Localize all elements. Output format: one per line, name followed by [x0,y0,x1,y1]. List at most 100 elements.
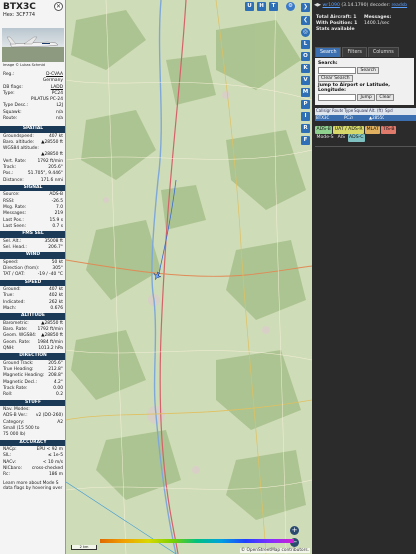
info-label: Type: [3,90,15,96]
source-chip: ADS-C [347,134,365,142]
map-toggle-k[interactable]: K [301,64,310,73]
collapse-right-panel-icon[interactable]: ❯ [301,3,310,12]
section-header-signal: SIGNAL [0,184,65,192]
version-link[interactable]: wr1090 [323,3,340,8]
clear-button[interactable]: Clear [376,94,395,101]
wind-label: TAT / OAT: [3,272,25,278]
map-button-t[interactable]: T [269,2,278,11]
close-icon[interactable]: ✕ [54,2,63,11]
map-toggle-f[interactable]: F [301,136,310,145]
spatial-value: ▲28550 ft [41,139,63,145]
spatial-row: Distance: 171.6 nmi [0,177,65,184]
source-chip: MLAT [365,126,381,134]
jump-input[interactable] [318,94,356,101]
table-cell [384,115,394,122]
search-button[interactable]: Search [357,67,379,74]
wind-row: TAT / OAT: -19 / -40 °C [0,272,65,278]
stuff-value: A2 [57,419,63,425]
info-label: Reg.: [3,72,15,77]
info-label: Route: [3,116,18,122]
source-chip: TIS-B [381,126,397,134]
map-toggle-l[interactable]: L [301,40,310,49]
spatial-value: 171.6 nmi [40,177,63,183]
tab-search[interactable]: Search [315,47,342,57]
map-toggle-r[interactable]: R [301,124,310,133]
version-text: (3.14.1790) decoder: [341,3,390,8]
tab-filters[interactable]: Filters [342,47,367,57]
wind-value: -19 / -40 °C [37,272,63,278]
direction-row: Roll: 0.2 [0,392,65,398]
map-attribution[interactable]: © OpenStreetMap contributors. [239,548,310,553]
fms-label: Sel. Head.: [3,244,27,250]
table-cell [331,115,343,122]
signal-row: Last Seen: 0.7 s [0,223,65,230]
search-input[interactable] [318,67,356,74]
section-header-direction: DIRECTION [0,353,65,360]
table-row[interactable]: BTX3C PC24 ▲28550 [315,114,416,122]
right-panel: ◀▶ wr1090 (3.14.1790) decoder: readsb To… [312,0,416,554]
center-map-icon[interactable]: ◎ [301,28,310,37]
aircraft-hex: Hex: 3CF774 [3,12,36,18]
signal-label: Last Seen: [3,223,26,229]
map-button-u[interactable]: U [245,2,254,11]
map-view[interactable]: U H T ⚙ ❯ ❮ ◎ LOKVMPIRF + − 2 km © OpenS… [66,0,312,554]
speed-value: 0.676 [50,306,63,312]
altitude-row: QNH: 1013.2 hPa [0,346,65,352]
tab-columns[interactable]: Columns [367,47,399,57]
altitude-color-legend [100,539,294,543]
direction-label: Roll: [3,392,13,398]
map-tiles[interactable] [66,0,312,554]
signal-value: 0.7 s [52,223,63,229]
source-legend: ADS-B UAT / ADS-R MLAT TIS-B Mode-S AIS ADS-C [315,126,416,142]
info-sections: SPATIAL Groundspeed: 407 kt Baro. altitude:… [0,125,65,492]
spatial-label: WGS84 altitude: [3,146,39,152]
collapse-left-panel-icon[interactable]: ❮ [301,16,310,25]
accuracy-value: 186 m [48,472,63,478]
accuracy-label: Rc: [3,472,10,478]
jump-label: Jump to Airport or Latitude, Longitude: [318,83,390,93]
decoder-link[interactable]: readsb [391,3,407,8]
section-header-fms: FMS SEL [0,231,65,238]
jump-button[interactable]: Jump [357,94,375,101]
footer-note: Learn more about Mode S data flags by ho… [3,480,63,492]
info-row: Route: n/a [0,116,65,122]
source-chip: Mode-S [315,134,336,142]
aircraft-photo[interactable] [2,28,64,62]
map-button-h[interactable]: H [257,2,266,11]
section-header-accuracy: ACCURACY [0,439,65,447]
map-toggle-m[interactable]: M [301,88,310,97]
altitude-label: QNH: [3,346,15,352]
search-label: Search: [318,61,338,66]
fms-row: Sel. Head.: 206.7° [0,244,65,251]
section-header-altitude: ALTITUDE [0,313,65,320]
accuracy-row: Rc: 186 m [0,472,65,478]
info-value: n/a [56,116,63,122]
info-rows: Reg.: D-CVAA Germany DB flags: LADD Type: PC24… [0,72,65,122]
map-toggle-v[interactable]: V [301,76,310,85]
settings-gear-icon[interactable]: ⚙ [286,2,295,11]
fms-value: 206.7° [48,244,63,250]
map-toggle-i[interactable]: I [301,112,310,121]
section-header-speed: SPEED [0,279,65,287]
divider [315,146,416,147]
map-toggle-p[interactable]: P [301,100,310,109]
version-line: ◀▶ wr1090 (3.14.1790) decoder: readsb [314,3,407,8]
source-chip: UAT / ADS-R [333,126,365,134]
section-header-spatial: SPATIAL [0,126,65,133]
stats-block: Total Aircraft: 1 With Position: 1 Stats… [316,15,391,33]
altitude-value: 1013.2 hPa [38,346,63,352]
stuff-row: 75 000 lb) [0,432,65,438]
layout-toggle-icon[interactable]: ◀▶ [314,3,321,8]
search-panel: Search: Search Clear Search Jump to Airp… [315,58,414,105]
messages-rate: 1400.1/sec [364,21,390,26]
zoom-in-button[interactable]: + [290,526,299,535]
table-cell [353,115,368,122]
table-cell: BTX3C [316,114,330,120]
speed-row: Mach: 0.676 [0,306,65,312]
section-header-stuff: STUFF [0,399,65,407]
source-chip: AIS [336,134,347,142]
table-cell: ▲28550 [369,114,384,120]
map-toggle-o[interactable]: O [301,52,310,61]
clear-search-button[interactable]: Clear Search [318,75,353,82]
stats-available[interactable]: Stats available [316,27,357,33]
